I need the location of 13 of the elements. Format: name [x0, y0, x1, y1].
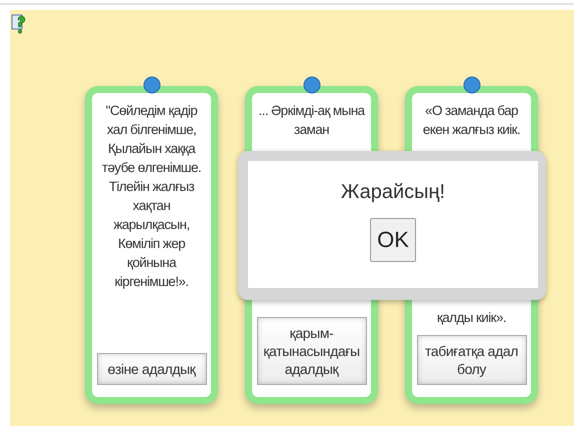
answer-button[interactable]: қарым-қатынасындағы адалдық — [256, 317, 366, 385]
quote-text: «О заманда бар екен жалғыз киік. — [422, 102, 522, 139]
ok-button[interactable]: OK — [370, 218, 416, 262]
alert-message: Жарайсың! — [340, 181, 446, 204]
answer-button[interactable]: өзіне адалдық — [96, 353, 206, 385]
pin-icon — [302, 75, 320, 95]
quote-text: қалды киік». — [436, 309, 506, 327]
pin-icon — [462, 75, 480, 95]
help-document-icon[interactable] — [11, 14, 27, 36]
pin-icon — [142, 75, 160, 95]
quote-text: ... Әркімді-ақ мына заман — [258, 102, 366, 139]
answer-button[interactable]: табиғатқа адал болу — [416, 335, 526, 385]
quote-text: "Сөйледім қадір хал білгенімше, Қылайын хаққа тәубе өлгенімше. Тілейін жалғыз хақтан жарылқасын, Көміліп жер қойнына кіргенімше!». — [100, 102, 202, 291]
